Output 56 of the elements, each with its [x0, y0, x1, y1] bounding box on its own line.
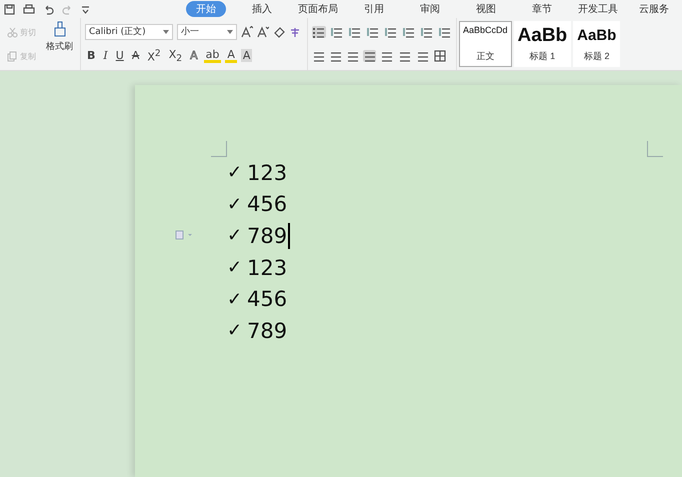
style-preset[interactable]: AaBb 标题 1 — [514, 21, 572, 67]
save-icon[interactable] — [4, 4, 15, 14]
dropdown-caret-icon — [227, 30, 233, 34]
format-button[interactable]: A — [130, 49, 142, 62]
format-button[interactable]: B — [85, 49, 98, 62]
undo-icon[interactable] — [43, 4, 54, 14]
copy-icon — [7, 50, 18, 62]
align-center-icon[interactable] — [329, 50, 342, 62]
format-button[interactable]: U — [114, 49, 126, 62]
paragraph-text: 789 — [247, 224, 288, 248]
grow-font-icon[interactable] — [241, 26, 253, 38]
format-button[interactable]: A — [225, 48, 237, 63]
checkmark-bullet: ✓ — [227, 288, 244, 310]
align-right-icon[interactable] — [346, 50, 359, 62]
paragraph-text: 456 — [247, 192, 288, 216]
menu-tab[interactable]: 审阅 — [402, 1, 458, 17]
menu-tab[interactable]: 章节 — [514, 1, 570, 17]
checkmark-bullet: ✓ — [227, 194, 244, 215]
justify-icon — [363, 50, 376, 62]
menu-tab[interactable]: 视图 — [458, 1, 514, 17]
font-size-dropdown[interactable]: 小一 — [177, 24, 237, 40]
margin-corner-mark — [647, 141, 663, 157]
menu-tab[interactable]: 云服务 — [626, 1, 682, 17]
style-preset[interactable]: AaBb 标题 2 — [573, 21, 620, 67]
format-button[interactable]: A — [188, 49, 200, 62]
format-painter-button[interactable]: 格式刷 — [46, 20, 73, 68]
style-preset[interactable]: AaBbCcDd 正文 — [459, 21, 512, 67]
menu-tab[interactable]: 插入 — [234, 1, 290, 17]
checkmark-bullet: ✓ — [227, 162, 244, 184]
justify-button[interactable] — [363, 50, 376, 62]
paragraph-text: 789 — [247, 318, 288, 343]
menu-tab[interactable]: 引用 — [346, 1, 402, 17]
margin-corner-mark — [211, 141, 227, 157]
scissors-icon — [7, 26, 18, 38]
shrink-font-icon[interactable] — [257, 26, 269, 38]
format-button[interactable]: I — [101, 49, 110, 62]
paragraph-text: 123 — [247, 160, 288, 185]
border-icon[interactable] — [434, 50, 448, 62]
checkmark-bullet: ✓ — [227, 225, 244, 246]
font-name-dropdown[interactable]: Calibri (正文) — [85, 24, 173, 40]
align-left-icon[interactable] — [312, 50, 325, 62]
menu-tab[interactable]: 页面布局 — [290, 1, 346, 17]
menu-tab[interactable]: 开发工具 — [570, 1, 626, 17]
paragraph-text: 123 — [247, 256, 288, 280]
dropdown-caret-icon — [163, 30, 169, 34]
format-button[interactable]: ab — [204, 48, 222, 63]
format-button[interactable]: A — [240, 49, 252, 62]
bullet-list-button[interactable] — [312, 26, 326, 38]
format-button[interactable]: X$^{2}$ — [145, 48, 163, 64]
checkmark-bullet: ✓ — [227, 257, 244, 278]
format-button[interactable]: X$_{2}$ — [166, 48, 184, 64]
customize-icon[interactable] — [81, 4, 90, 14]
print-icon[interactable] — [23, 4, 35, 14]
paragraph-text: 456 — [247, 287, 288, 312]
checkmark-bullet: ✓ — [227, 320, 244, 342]
bullet-list-icon — [312, 26, 326, 38]
